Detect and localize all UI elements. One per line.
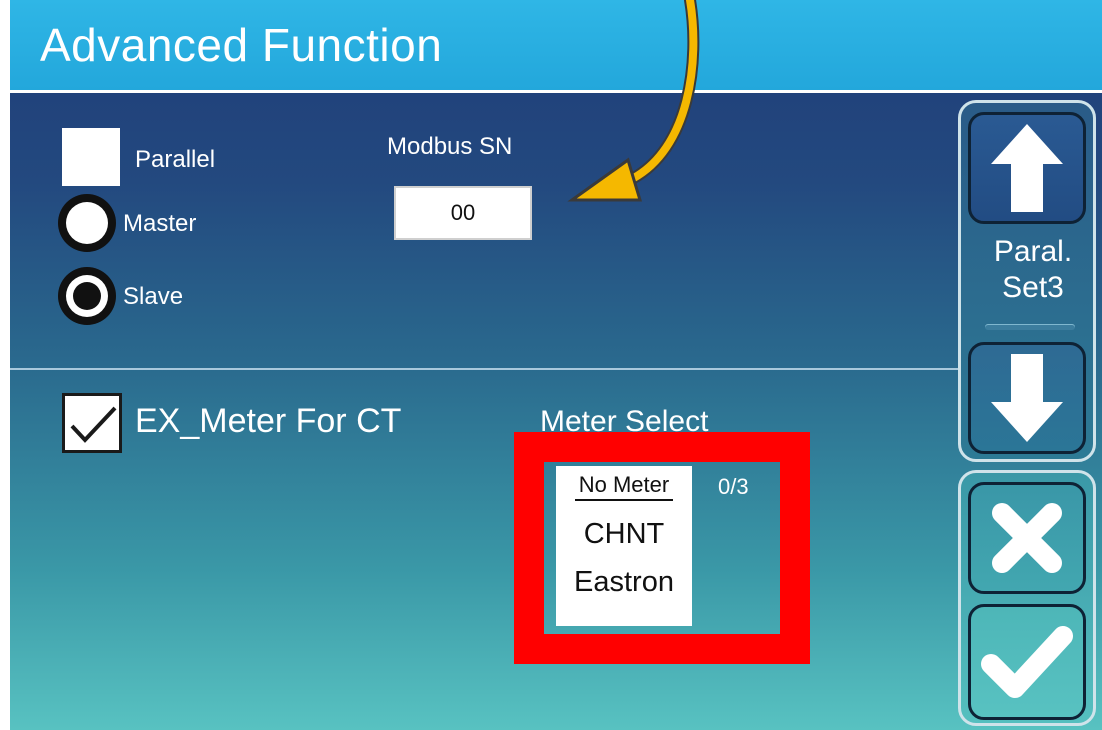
- parallel-checkbox[interactable]: [62, 128, 120, 186]
- title-bar: Advanced Function: [10, 0, 1102, 93]
- up-arrow-icon: [991, 124, 1063, 212]
- parallel-label: Parallel: [135, 146, 216, 173]
- checkmark-icon: [70, 406, 117, 443]
- modbus-sn-label: Modbus SN: [387, 133, 513, 160]
- slave-label: Slave: [123, 283, 184, 310]
- close-icon: [992, 503, 1062, 573]
- slave-radio-selected-dot: [73, 282, 101, 310]
- master-label: Master: [123, 210, 197, 237]
- master-radio[interactable]: [58, 194, 116, 252]
- page-indicator-bar: [985, 324, 1075, 330]
- page-label-line1: Paral.: [993, 235, 1073, 268]
- page-label: Paral. Set3: [968, 234, 1098, 306]
- screen: Advanced Function Parallel Master Slave …: [10, 0, 1102, 730]
- ex-meter-label: EX_Meter For CT: [135, 402, 402, 440]
- down-arrow-icon: [991, 354, 1063, 442]
- page-label-line2: Set3: [1002, 271, 1064, 304]
- modbus-sn-input[interactable]: 00: [394, 186, 532, 240]
- highlight-box: [514, 432, 810, 664]
- cancel-button[interactable]: [968, 482, 1086, 594]
- page-down-button[interactable]: [968, 342, 1086, 454]
- page-title: Advanced Function: [40, 19, 443, 71]
- section-divider: [10, 368, 960, 370]
- slave-radio[interactable]: [58, 267, 116, 325]
- confirm-button[interactable]: [968, 604, 1086, 720]
- check-icon: [981, 626, 1073, 698]
- page-up-button[interactable]: [968, 112, 1086, 224]
- ex-meter-checkbox[interactable]: [62, 393, 122, 453]
